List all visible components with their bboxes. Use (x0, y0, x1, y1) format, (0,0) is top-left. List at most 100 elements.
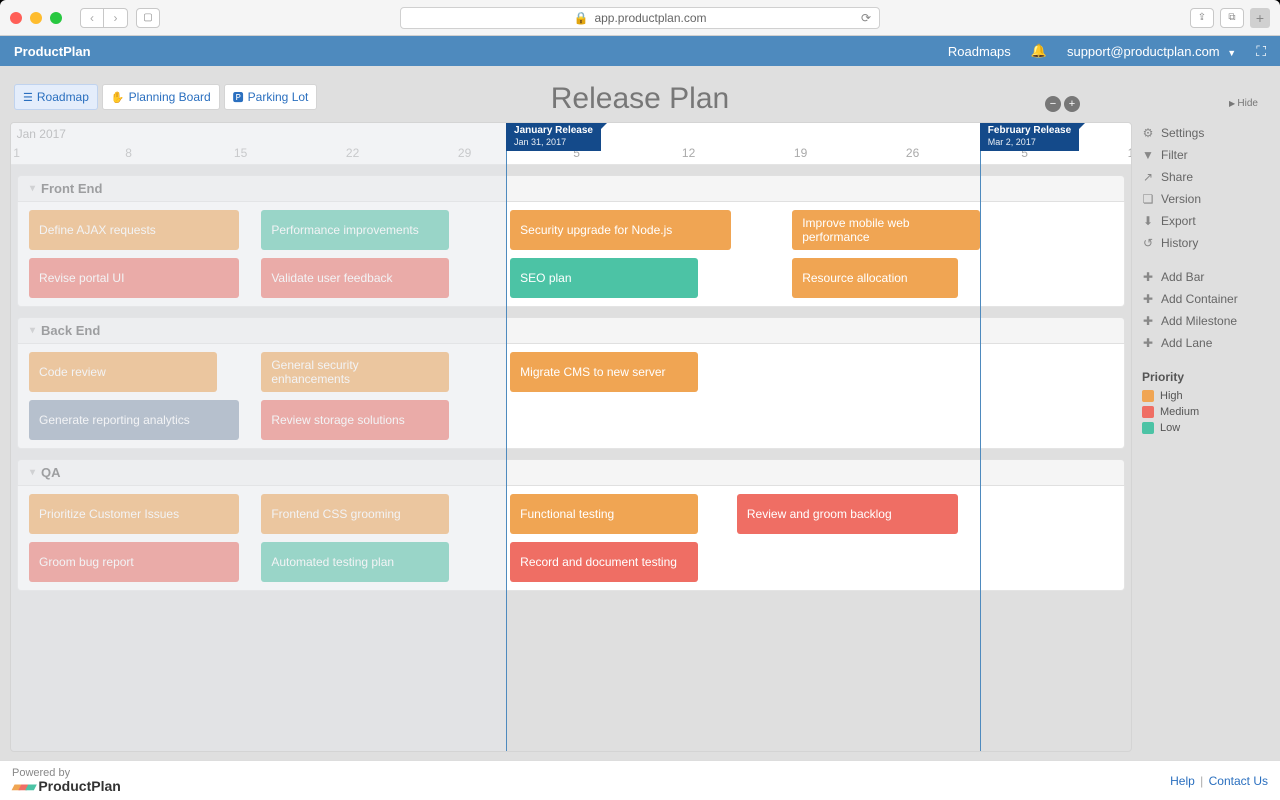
legend-swatch (1142, 422, 1154, 434)
chevron-down-icon: ▾ (30, 467, 35, 478)
roadmap-bar[interactable]: Automated testing plan (261, 542, 449, 582)
chevron-down-icon: ▾ (30, 183, 35, 194)
tab-label: Parking Lot (248, 90, 309, 104)
day-label: 29 (458, 146, 471, 160)
expand-icon[interactable]: ⛶ (1256, 43, 1266, 60)
close-window-icon[interactable] (10, 12, 22, 24)
roadmap-bar[interactable]: Prioritize Customer Issues (29, 494, 239, 534)
forward-button[interactable]: › (104, 8, 128, 28)
legend-label: Medium (1160, 406, 1199, 418)
roadmap-bar[interactable]: Security upgrade for Node.js (510, 210, 731, 250)
lane-body: Code review General security enhancements… (17, 344, 1125, 449)
sidebar-item-label: History (1161, 236, 1198, 250)
lane-row: Define AJAX requests Performance improvem… (18, 210, 1124, 250)
sidebar-item-history[interactable]: ↺History (1140, 232, 1270, 254)
minimize-window-icon[interactable] (30, 12, 42, 24)
notifications-icon[interactable]: 🔔 (1031, 43, 1047, 59)
roadmap-bar[interactable]: Resource allocation (792, 258, 958, 298)
roadmap-bar[interactable]: Review storage solutions (261, 400, 449, 440)
lane: ▾ Back End Code review General security enh… (17, 317, 1125, 449)
zoom-in-button[interactable]: + (1064, 96, 1080, 112)
sidebar-item-label: Export (1161, 214, 1196, 228)
legend-label: Low (1160, 422, 1180, 434)
sidebar-item-add-bar[interactable]: ✚Add Bar (1140, 266, 1270, 288)
lane-row: Revise portal UI Validate user feedback SE… (18, 258, 1124, 298)
roadmap-bar[interactable]: Frontend CSS grooming (261, 494, 449, 534)
back-button[interactable]: ‹ (80, 8, 104, 28)
roadmap-bar[interactable]: Functional testing (510, 494, 698, 534)
lane-body: Define AJAX requests Performance improvem… (17, 202, 1125, 307)
roadmap-bar[interactable]: Define AJAX requests (29, 210, 239, 250)
roadmap-bar[interactable]: General security enhancements (261, 352, 449, 392)
roadmap-bar[interactable]: Validate user feedback (261, 258, 449, 298)
sidebar-item-label: Settings (1161, 126, 1204, 140)
roadmap-bar[interactable]: Migrate CMS to new server (510, 352, 698, 392)
sidebar-item-label: Add Milestone (1161, 314, 1237, 328)
sidebar-item-label: Add Bar (1161, 270, 1204, 284)
roadmap-bar[interactable]: Record and document testing (510, 542, 698, 582)
roadmap-bar[interactable]: Code review (29, 352, 217, 392)
sidebar-item-add-milestone[interactable]: ✚Add Milestone (1140, 310, 1270, 332)
sidebar-item-export[interactable]: ⬇ Export (1140, 210, 1270, 232)
fullscreen-window-icon[interactable] (50, 12, 62, 24)
tab-planning-board[interactable]: ✋ Planning Board (102, 84, 220, 110)
roadmap-bar[interactable]: Revise portal UI (29, 258, 239, 298)
nav-buttons: ‹ › (80, 8, 128, 28)
chevron-down-icon: ▾ (30, 325, 35, 336)
add lane-icon: ✚ (1142, 336, 1154, 350)
lane-header[interactable]: ▾ Front End (17, 175, 1125, 202)
roadmap-bar[interactable]: SEO plan (510, 258, 698, 298)
month-label: Jan 2017 (17, 127, 66, 141)
milestone-flag[interactable]: February ReleaseMar 2, 2017 (980, 122, 1079, 151)
share-browser-button[interactable]: ⇪ (1190, 8, 1214, 28)
sidebar-item-share[interactable]: ↗Share (1140, 166, 1270, 188)
day-label: 8 (125, 146, 132, 160)
tab-roadmap[interactable]: ☰Roadmap (14, 84, 98, 110)
roadmap-bar[interactable]: Improve mobile web performance (792, 210, 980, 250)
tab-label: Roadmap (37, 90, 89, 104)
lane-header[interactable]: ▾ QA (17, 459, 1125, 486)
tabs-button[interactable]: ⧉ (1220, 8, 1244, 28)
lane-title: QA (41, 465, 61, 480)
lane-row: Generate reporting analytics Review stora… (18, 400, 1124, 440)
sidebar-toggle-button[interactable]: ▢ (136, 8, 160, 28)
sidebar-item-settings[interactable]: ⚙Settings (1140, 122, 1270, 144)
app-brand: ProductPlan (14, 44, 91, 59)
new-tab-button[interactable]: + (1250, 8, 1270, 28)
day-label: 1 (13, 146, 20, 160)
tab-parking-lot[interactable]: 🅿Parking Lot (224, 84, 318, 110)
roadmap-bar[interactable]: Generate reporting analytics (29, 400, 239, 440)
sidebar-item-version[interactable]: ❏Version (1140, 188, 1270, 210)
export-icon: ⬇ (1142, 214, 1154, 228)
url-text: app.productplan.com (594, 11, 706, 25)
legend-item-medium: Medium (1140, 404, 1270, 420)
user-email: support@productplan.com (1067, 44, 1220, 59)
roadmaps-link[interactable]: Roadmaps (948, 44, 1011, 59)
address-bar[interactable]: 🔒 app.productplan.com ⟳ (400, 7, 880, 29)
planning-icon: ✋ (111, 91, 125, 104)
sidebar-item-add-lane[interactable]: ✚ Add Lane (1140, 332, 1270, 354)
lane-body: Prioritize Customer Issues Frontend CSS g… (17, 486, 1125, 591)
help-link[interactable]: Help (1170, 774, 1195, 788)
hide-sidebar-link[interactable]: Hide (1229, 98, 1258, 109)
roadmap-bar[interactable]: Groom bug report (29, 542, 239, 582)
day-label: 15 (234, 146, 247, 160)
lane-title: Back End (41, 323, 100, 338)
roadmap-bar[interactable]: Review and groom backlog (737, 494, 958, 534)
contact-link[interactable]: Contact Us (1209, 774, 1268, 788)
sidebar-item-add-container[interactable]: ✚Add Container (1140, 288, 1270, 310)
lane-header[interactable]: ▾ Back End (17, 317, 1125, 344)
user-menu[interactable]: support@productplan.com ▼ (1067, 44, 1236, 59)
milestone-flag[interactable]: January ReleaseJan 31, 2017 (506, 122, 601, 151)
lane-title: Front End (41, 181, 102, 196)
filter-icon: ▼ (1142, 148, 1154, 162)
sidebar-item-filter[interactable]: ▼Filter (1140, 144, 1270, 166)
roadmap-bar[interactable]: Performance improvements (261, 210, 449, 250)
share-icon: ↗ (1142, 170, 1154, 184)
timeline: Jan 2017FebMar18152229512192651January R… (10, 122, 1132, 752)
zoom-out-button[interactable]: − (1045, 96, 1061, 112)
tab-label: Planning Board (129, 90, 211, 104)
reload-icon[interactable]: ⟳ (861, 11, 871, 25)
sidebar-item-label: Add Lane (1161, 336, 1212, 350)
legend-label: High (1160, 390, 1183, 402)
